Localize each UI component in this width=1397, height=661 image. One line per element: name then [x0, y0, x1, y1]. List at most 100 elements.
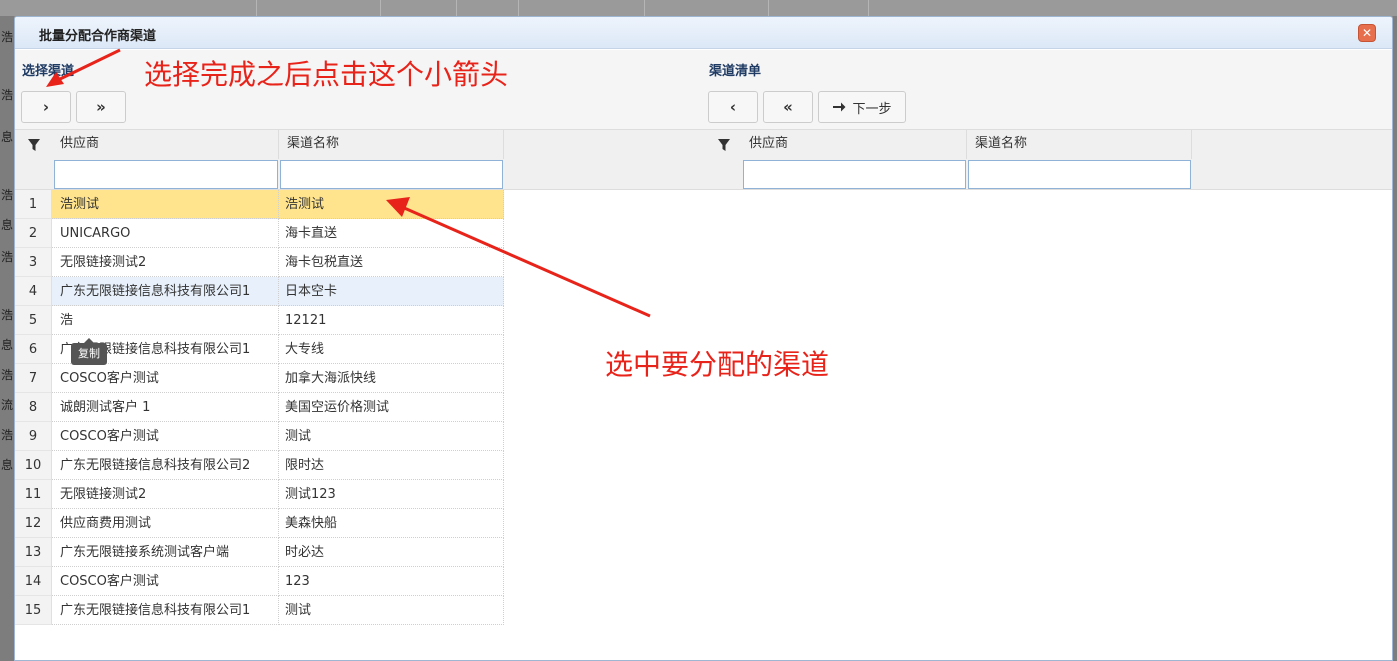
channel-filter-input[interactable] [280, 160, 503, 189]
select-channel-title: 选择渠道 [22, 64, 75, 79]
background-text: 浩 [1, 428, 14, 442]
background-text: 浩 [1, 250, 14, 264]
background-tab-divider [518, 0, 519, 16]
row-number: 3 [15, 248, 52, 277]
filter-icon[interactable] [705, 130, 742, 159]
column-header-channel[interactable]: 渠道名称 [967, 130, 1192, 159]
table-row[interactable]: 12 供应商费用测试 美森快船 [15, 509, 504, 538]
background-text: 息 [1, 458, 14, 472]
background-text: 息 [1, 130, 14, 144]
assign-channel-dialog: 批量分配合作商渠道 ✕ 选择渠道 › » 供应商 渠道名称 渠道清单 ‹ « 下… [14, 16, 1393, 661]
channel-cell[interactable]: 时必达 [279, 538, 504, 567]
supplier-cell[interactable]: COSCO客户测试 [52, 422, 279, 451]
table-row[interactable]: 3 无限链接测试2 海卡包税直送 [15, 248, 504, 277]
next-step-button[interactable]: 下一步 [818, 91, 906, 123]
row-number: 13 [15, 538, 52, 567]
background-tab-divider [868, 0, 869, 16]
chevron-left-icon: ‹ [729, 98, 737, 116]
table-row[interactable]: 11 无限链接测试2 测试123 [15, 480, 504, 509]
table-row[interactable]: 5 浩 12121 [15, 306, 504, 335]
row-number: 1 [15, 190, 52, 219]
annotation-select-hint: 选中要分配的渠道 [605, 348, 830, 381]
dialog-header: 批量分配合作商渠道 ✕ [15, 17, 1392, 49]
channel-cell[interactable]: 海卡直送 [279, 219, 504, 248]
background-text: 浩 [1, 30, 14, 44]
channel-cell[interactable]: 测试 [279, 596, 504, 625]
background-text: 息 [1, 218, 14, 232]
supplier-cell[interactable]: 诚朗测试客户 1 [52, 393, 279, 422]
chevron-right-icon: › [42, 98, 50, 116]
supplier-cell[interactable]: UNICARGO [52, 219, 279, 248]
supplier-cell[interactable]: 浩 [52, 306, 279, 335]
right-grid-header: 供应商 渠道名称 [705, 129, 1192, 190]
channel-cell[interactable]: 测试123 [279, 480, 504, 509]
background-text: 浩 [1, 188, 14, 202]
supplier-cell[interactable]: 广东无限链接信息科技有限公司1 [52, 277, 279, 306]
grid-rows-area: 1 浩测试 浩测试 2 UNICARGO 海卡直送 3 无限链接测试2 海卡包税直送 4 广东… [15, 190, 1392, 660]
copy-tooltip: 复制 [71, 338, 107, 365]
supplier-filter-input[interactable] [54, 160, 278, 189]
remove-selected-button[interactable]: ‹ [708, 91, 758, 123]
column-header-supplier[interactable]: 供应商 [52, 130, 279, 159]
table-row[interactable]: 4 广东无限链接信息科技有限公司1 日本空卡 [15, 277, 504, 306]
grid-header-gap [504, 129, 705, 190]
background-tab-divider [256, 0, 257, 16]
row-number: 8 [15, 393, 52, 422]
channel-cell[interactable]: 加拿大海派快线 [279, 364, 504, 393]
background-text: 浩 [1, 368, 14, 382]
supplier-cell[interactable]: COSCO客户测试 [52, 567, 279, 596]
double-chevron-right-icon: » [96, 98, 106, 116]
supplier-cell[interactable]: 广东无限链接信息科技有限公司1 [52, 596, 279, 625]
supplier-cell[interactable]: 广东无限链接系统测试客户端 [52, 538, 279, 567]
channel-cell[interactable]: 海卡包税直送 [279, 248, 504, 277]
dialog-title: 批量分配合作商渠道 [39, 29, 157, 44]
remove-all-button[interactable]: « [763, 91, 813, 123]
row-number: 14 [15, 567, 52, 596]
table-row[interactable]: 10 广东无限链接信息科技有限公司2 限时达 [15, 451, 504, 480]
arrow-right-icon [833, 102, 846, 112]
supplier-cell[interactable]: COSCO客户测试 [52, 364, 279, 393]
supplier-cell[interactable]: 浩测试 [52, 190, 279, 219]
right-grid-header-filler [1192, 129, 1392, 190]
move-selected-button[interactable]: › [21, 91, 71, 123]
table-row[interactable]: 15 广东无限链接信息科技有限公司1 测试 [15, 596, 504, 625]
channel-cell[interactable]: 日本空卡 [279, 277, 504, 306]
table-row[interactable]: 9 COSCO客户测试 测试 [15, 422, 504, 451]
row-number: 6 [15, 335, 52, 364]
row-number: 5 [15, 306, 52, 335]
next-step-label: 下一步 [852, 101, 892, 117]
channel-cell[interactable]: 123 [279, 567, 504, 596]
supplier-cell[interactable]: 广东无限链接信息科技有限公司2 [52, 451, 279, 480]
table-row[interactable]: 13 广东无限链接系统测试客户端 时必达 [15, 538, 504, 567]
row-number: 7 [15, 364, 52, 393]
move-all-button[interactable]: » [76, 91, 126, 123]
channel-cell[interactable]: 测试 [279, 422, 504, 451]
channel-cell[interactable]: 浩测试 [279, 190, 504, 219]
row-number: 2 [15, 219, 52, 248]
channel-cell[interactable]: 12121 [279, 306, 504, 335]
channel-cell[interactable]: 限时达 [279, 451, 504, 480]
table-row[interactable]: 1 浩测试 浩测试 [15, 190, 504, 219]
channel-cell[interactable]: 美国空运价格测试 [279, 393, 504, 422]
column-header-supplier[interactable]: 供应商 [741, 130, 967, 159]
column-header-channel[interactable]: 渠道名称 [279, 130, 504, 159]
table-row[interactable]: 14 COSCO客户测试 123 [15, 567, 504, 596]
background-tab-divider [644, 0, 645, 16]
channel-cell[interactable]: 美森快船 [279, 509, 504, 538]
supplier-cell[interactable]: 无限链接测试2 [52, 480, 279, 509]
supplier-cell[interactable]: 供应商费用测试 [52, 509, 279, 538]
channel-list-title: 渠道清单 [709, 64, 762, 79]
channel-filter-input[interactable] [968, 160, 1191, 189]
background-tab-divider [768, 0, 769, 16]
table-row[interactable]: 7 COSCO客户测试 加拿大海派快线 [15, 364, 504, 393]
supplier-cell[interactable]: 无限链接测试2 [52, 248, 279, 277]
close-icon[interactable]: ✕ [1358, 24, 1376, 42]
background-tab-bar [0, 0, 1397, 16]
table-row[interactable]: 8 诚朗测试客户 1 美国空运价格测试 [15, 393, 504, 422]
background-right-strip [1393, 16, 1397, 661]
filter-icon[interactable] [15, 130, 52, 159]
supplier-filter-input[interactable] [743, 160, 966, 189]
row-number: 12 [15, 509, 52, 538]
table-row[interactable]: 2 UNICARGO 海卡直送 [15, 219, 504, 248]
channel-cell[interactable]: 大专线 [279, 335, 504, 364]
